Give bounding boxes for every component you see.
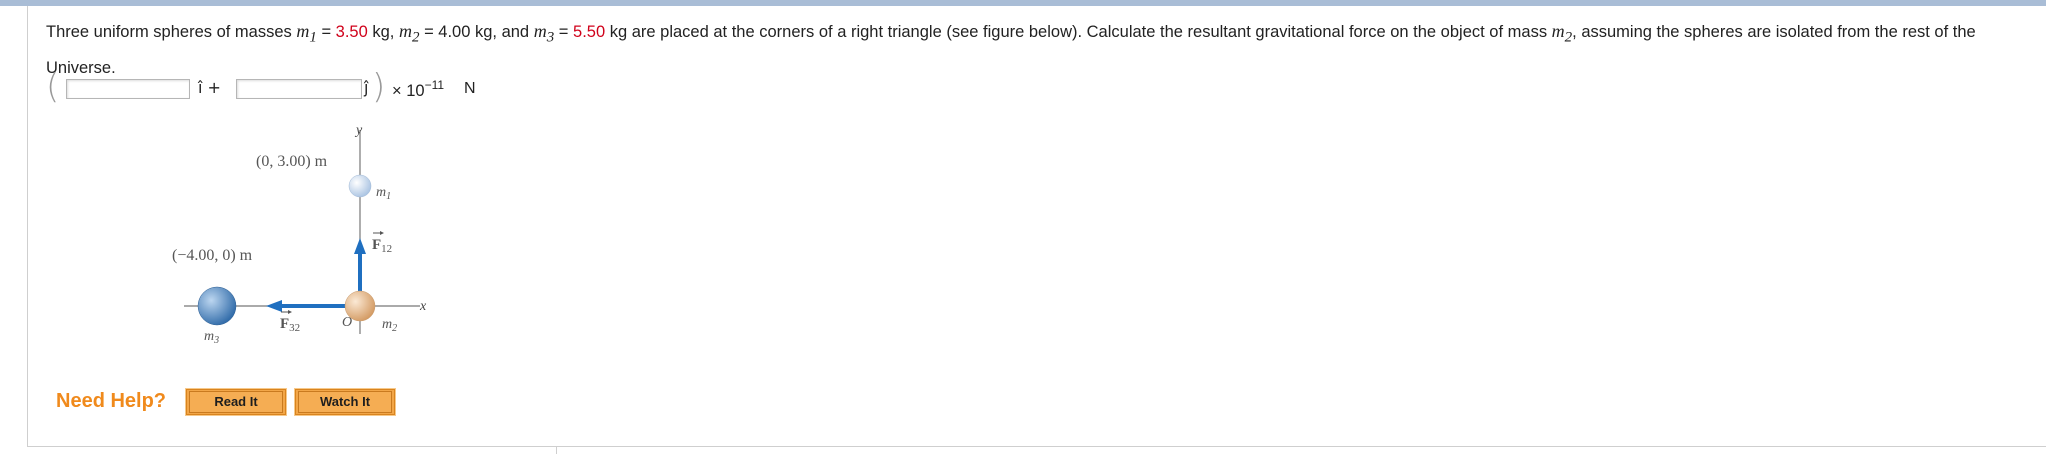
m3-label: m3 (204, 329, 219, 346)
need-help-label: Need Help? (56, 390, 167, 412)
answer-row: ( î + ĵ ) × 10−11 N (46, 67, 546, 108)
f32-arrow-head (266, 300, 282, 312)
scientific-multiplier: × 10−11 (392, 78, 445, 100)
y-component-input[interactable] (236, 79, 362, 99)
triangle-figure: y x (0, 3.00) m (−4.00, 0) m m1 m2 m3 O … (170, 123, 430, 354)
m2-label: m2 (382, 317, 397, 334)
m3-symbol: m3 (533, 21, 555, 46)
f12-label: F12 (372, 237, 392, 255)
read-it-label: Read It (189, 391, 283, 413)
m1-label: m1 (376, 185, 391, 202)
m3-value: 5.50 (573, 23, 606, 41)
m1-coordinate-label: (0, 3.00) m (256, 153, 328, 170)
m1-sphere (348, 174, 372, 198)
watch-it-button[interactable]: Watch It (294, 388, 396, 416)
f32-label: F32 (280, 316, 300, 334)
m1-value: 3.50 (335, 23, 368, 41)
watch-it-label: Watch It (298, 391, 392, 413)
unit-label: N (464, 80, 476, 97)
x-axis-label: x (419, 299, 427, 314)
read-it-button[interactable]: Read It (185, 388, 287, 416)
close-paren: ) (372, 67, 386, 107)
m2-symbol: m2 (398, 21, 420, 46)
panel-divider-tick (556, 446, 557, 454)
question-intro: Three uniform spheres of masses (46, 23, 297, 41)
i-hat-label: î + (198, 78, 221, 97)
x-component-input[interactable] (66, 79, 190, 99)
m3-coordinate-label: (−4.00, 0) m (172, 247, 253, 264)
j-hat-label: ĵ (364, 78, 369, 97)
open-paren: ( (46, 67, 60, 107)
figure-svg: y x (0, 3.00) m (−4.00, 0) m m1 m2 m3 O … (172, 123, 427, 346)
m2-value-text: = 4.00 kg, and (419, 23, 534, 41)
target-mass-symbol: m2 (1551, 21, 1573, 46)
m1-symbol: m1 (296, 21, 317, 46)
m3-sphere (197, 286, 237, 326)
question-body: kg are placed at the corners of a right … (605, 23, 1552, 41)
f12-arrow-head (354, 238, 366, 254)
y-axis-label: y (354, 124, 363, 138)
origin-label: O (342, 315, 352, 330)
